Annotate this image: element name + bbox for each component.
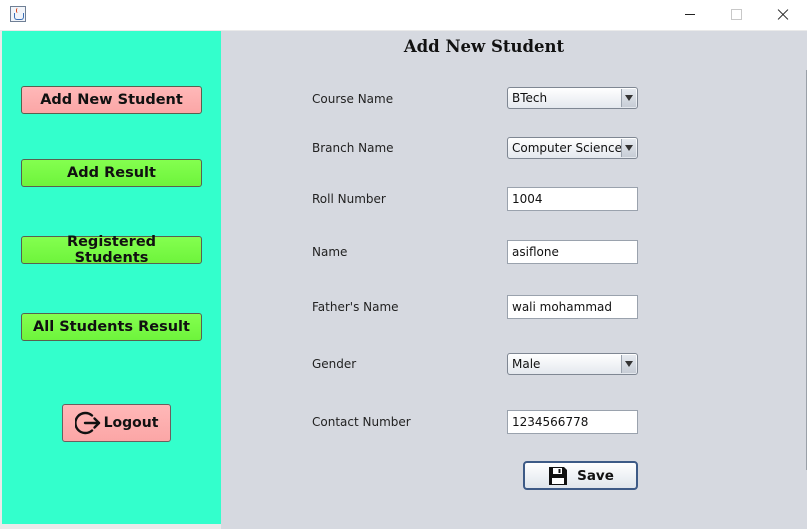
save-button[interactable]: Save xyxy=(523,461,638,490)
page-title: Add New Student xyxy=(403,37,565,56)
fathers-name-label: Father's Name xyxy=(312,300,399,314)
branch-name-value: Computer Science xyxy=(512,141,622,155)
minimize-icon[interactable] xyxy=(667,0,713,30)
close-icon[interactable] xyxy=(759,0,805,30)
name-label: Name xyxy=(312,245,348,259)
fathers-name-field[interactable] xyxy=(507,295,638,319)
name-field[interactable] xyxy=(507,240,638,264)
branch-name-label: Branch Name xyxy=(312,141,394,155)
chevron-down-icon[interactable] xyxy=(621,89,636,107)
maximize-icon[interactable] xyxy=(713,0,759,30)
all-students-result-button[interactable]: All Students Result xyxy=(21,313,202,341)
gender-value: Male xyxy=(512,357,541,371)
floppy-disk-icon xyxy=(549,466,568,485)
save-label: Save xyxy=(577,467,614,484)
chevron-down-icon[interactable] xyxy=(621,139,636,157)
window-titlebar xyxy=(0,0,807,30)
logout-label: Logout xyxy=(103,415,159,431)
gender-label: Gender xyxy=(312,357,357,371)
logout-icon xyxy=(74,411,100,435)
gender-select[interactable]: Male xyxy=(507,353,638,375)
registered-students-button[interactable]: Registered Students xyxy=(21,234,202,266)
branch-name-select[interactable]: Computer Science xyxy=(507,137,638,159)
contact-number-field[interactable] xyxy=(507,410,638,434)
course-name-value: BTech xyxy=(512,91,548,105)
java-app-icon xyxy=(10,6,26,22)
add-new-student-button[interactable]: Add New Student xyxy=(21,86,202,114)
course-name-label: Course Name xyxy=(312,92,394,106)
logout-button[interactable]: Logout xyxy=(62,404,171,442)
add-result-button[interactable]: Add Result xyxy=(21,159,202,187)
chevron-down-icon[interactable] xyxy=(621,355,636,373)
roll-number-label: Roll Number xyxy=(312,192,386,206)
course-name-select[interactable]: BTech xyxy=(507,87,638,109)
roll-number-field[interactable] xyxy=(507,187,638,211)
contact-number-label: Contact Number xyxy=(312,415,411,429)
